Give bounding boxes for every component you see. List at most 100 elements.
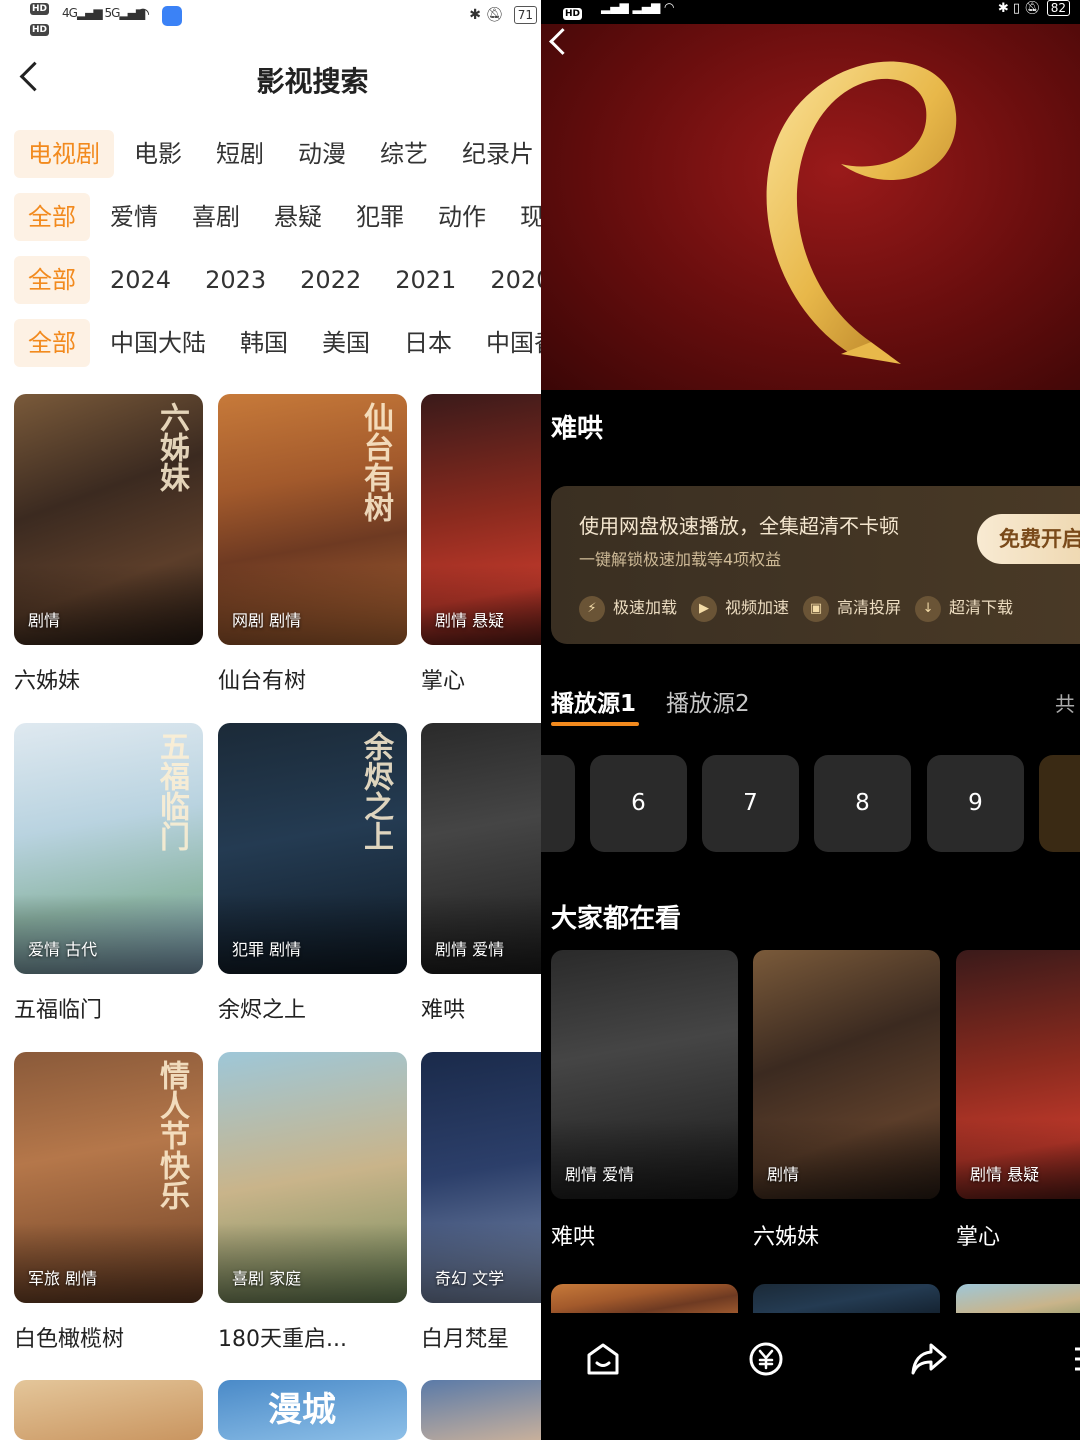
share-icon[interactable] xyxy=(909,1339,949,1379)
filter-row-type: 电视剧 电影 短剧 动漫 综艺 纪录片 xyxy=(14,130,541,178)
wifi-icon: ◠ xyxy=(136,4,150,23)
feature-icon: ▣ xyxy=(803,595,830,622)
filter-chip-year[interactable]: 2024 xyxy=(96,256,185,304)
filter-chip-genre[interactable]: 动作 xyxy=(424,193,500,241)
result-card[interactable]: 难哄剧情 爱情难哄 xyxy=(421,723,541,1024)
poster-image: 剧情 爱情 xyxy=(551,950,738,1199)
popular-card[interactable]: 剧情 六姊妹 xyxy=(753,950,940,1251)
filter-chip-region[interactable]: 中国大陆 xyxy=(96,319,220,367)
mute-icon: 🔕︎ xyxy=(485,7,504,23)
filter-chip-year[interactable]: 2022 xyxy=(286,256,375,304)
promo-features: ⚡ 极速加载 ▶ 视频加速 ▣ 高清投屏 ↓ 超清下载 xyxy=(579,594,1027,622)
promo-feature: ▶ 视频加速 xyxy=(691,594,789,622)
logo-swirl xyxy=(766,61,957,364)
poster-overlay xyxy=(421,565,541,645)
hd-badge-2: HD xyxy=(30,24,50,36)
filter-chip-genre[interactable]: 全部 xyxy=(14,193,90,241)
episode-button[interactable]: 9 xyxy=(927,755,1024,852)
promo-feature: ▣ 高清投屏 xyxy=(803,594,901,622)
home-icon[interactable] xyxy=(583,1339,623,1379)
result-card[interactable]: 喜剧 家庭 180天重启... xyxy=(218,1052,407,1353)
feature-label: 视频加速 xyxy=(725,598,790,617)
popular-card[interactable]: 剧情 爱情 难哄 xyxy=(551,950,738,1251)
filter-chip-type[interactable]: 综艺 xyxy=(366,130,442,178)
search-screen: HD HD 4G▂▄▆ 5G▂▄▆ ◠ ✱ 🔕︎ 71 影视搜索 电视剧 电影 短剧… xyxy=(0,0,541,1440)
filter-chip-type[interactable]: 短剧 xyxy=(202,130,278,178)
filter-chip-genre[interactable]: 犯罪 xyxy=(342,193,418,241)
promo-feature: ⚡ 极速加载 xyxy=(579,594,677,622)
poster-image: 情人节快乐 军旅 剧情 xyxy=(14,1052,203,1303)
poster-image: 难哄剧情 爱情 xyxy=(421,723,541,974)
result-card[interactable]: 情人节快乐 军旅 剧情 白色橄榄树 xyxy=(14,1052,203,1353)
card-tags: 网剧 剧情 xyxy=(232,611,302,630)
result-card-partial[interactable] xyxy=(14,1380,203,1440)
feature-label: 高清投屏 xyxy=(837,598,902,617)
more-icon[interactable] xyxy=(1069,1339,1080,1379)
back-arrow-icon[interactable] xyxy=(545,26,575,56)
filter-chip-region[interactable]: 中国香港 xyxy=(472,319,541,367)
filter-chip-type[interactable]: 纪录片 xyxy=(448,130,541,178)
card-title: 掌心 xyxy=(421,669,466,694)
filter-chip-genre[interactable]: 现代 xyxy=(506,193,541,241)
result-card[interactable]: 掌心剧情 悬疑掌心 xyxy=(421,394,541,695)
source-tab[interactable]: 播放源2 xyxy=(666,684,750,718)
result-card[interactable]: 余烬之上 犯罪 剧情 余烬之上 xyxy=(218,723,407,1024)
poster-title-art: 仙台有树 xyxy=(358,402,393,522)
result-card-partial[interactable]: 漫城 xyxy=(218,1380,407,1440)
filter-chip-type[interactable]: 动漫 xyxy=(284,130,360,178)
card-tags: 剧情 爱情 xyxy=(435,940,505,959)
cell-signal-icon: 4G▂▄▆ 5G▂▄▆ xyxy=(62,6,145,20)
poster-image: 喜剧 家庭 xyxy=(218,1052,407,1303)
card-tags: 剧情 xyxy=(28,611,61,630)
filter-chip-region[interactable]: 韩国 xyxy=(226,319,302,367)
poster-image: 仙台有树网剧 剧情 xyxy=(218,394,407,645)
result-card[interactable]: 六姊妹 剧情 六姊妹 xyxy=(14,394,203,695)
source-tab[interactable]: 播放源1 xyxy=(551,684,640,726)
poster-overlay xyxy=(551,1119,738,1199)
episode-button[interactable] xyxy=(541,755,575,852)
card-tags: 军旅 剧情 xyxy=(28,1269,98,1288)
battery-icon: 82 xyxy=(1046,0,1070,16)
poster-image: 剧情 悬疑 xyxy=(956,950,1080,1199)
result-card[interactable]: 白月梵奇幻 文学白月梵星 xyxy=(421,1052,541,1353)
status-bar: HD ▂▄▆ ▂▄▆ ◠ ✱ ▯ 🔕︎ 82 xyxy=(541,0,1080,24)
filter-chip-type[interactable]: 电影 xyxy=(120,130,196,178)
feature-label: 超清下载 xyxy=(949,598,1014,617)
result-card[interactable]: 仙台有树网剧 剧情 仙台有树 xyxy=(218,394,407,695)
episode-button[interactable]: 7 xyxy=(702,755,799,852)
poster-image: 漫城 xyxy=(218,1380,407,1440)
episode-total: 共 xyxy=(1055,692,1075,716)
episode-button[interactable]: 1 xyxy=(1039,755,1080,852)
status-bar: HD HD 4G▂▄▆ 5G▂▄▆ ◠ ✱ 🔕︎ 71 xyxy=(0,0,541,40)
filter-chip-year[interactable]: 2020 xyxy=(476,256,541,304)
bluetooth-icon: ✱ xyxy=(469,7,482,23)
bottom-action-bar xyxy=(541,1313,1080,1407)
poster-overlay xyxy=(14,894,203,974)
free-enable-button[interactable]: 免费开启 xyxy=(977,514,1080,564)
filter-chip-region[interactable]: 美国 xyxy=(308,319,384,367)
card-tags: 剧情 爱情 xyxy=(565,1165,635,1184)
video-player[interactable] xyxy=(541,24,1080,390)
filter-chip-year[interactable]: 全部 xyxy=(14,256,90,304)
popular-card[interactable]: 剧情 悬疑 掌心 xyxy=(956,950,1080,1251)
coin-icon[interactable] xyxy=(746,1339,786,1379)
result-card[interactable]: 五福临门 爱情 古代 五福临门 xyxy=(14,723,203,1024)
card-title: 掌心 xyxy=(956,1225,1001,1250)
filter-chip-year[interactable]: 2021 xyxy=(381,256,470,304)
filter-chip-region[interactable]: 全部 xyxy=(14,319,90,367)
poster-title-art: 六姊妹 xyxy=(154,402,189,492)
poster-overlay xyxy=(218,1223,407,1303)
poster-image xyxy=(421,1380,541,1440)
filter-chip-region[interactable]: 日本 xyxy=(390,319,466,367)
episode-button[interactable]: 6 xyxy=(590,755,687,852)
filter-chip-type[interactable]: 电视剧 xyxy=(14,130,114,178)
result-card-partial[interactable] xyxy=(421,1380,541,1440)
episode-button[interactable]: 8 xyxy=(814,755,911,852)
filter-chip-genre[interactable]: 悬疑 xyxy=(260,193,336,241)
speedup-promo-banner[interactable]: 使用网盘极速播放，全集超清不卡顿 一键解锁极速加载等4项权益 免费开启 ⚡ 极速加… xyxy=(551,486,1080,644)
filter-chip-genre[interactable]: 爱情 xyxy=(96,193,172,241)
video-title: 难哄 xyxy=(551,414,604,444)
filter-chip-genre[interactable]: 喜剧 xyxy=(178,193,254,241)
filter-chip-year[interactable]: 2023 xyxy=(191,256,280,304)
poster-image: 白月梵奇幻 文学 xyxy=(421,1052,541,1303)
